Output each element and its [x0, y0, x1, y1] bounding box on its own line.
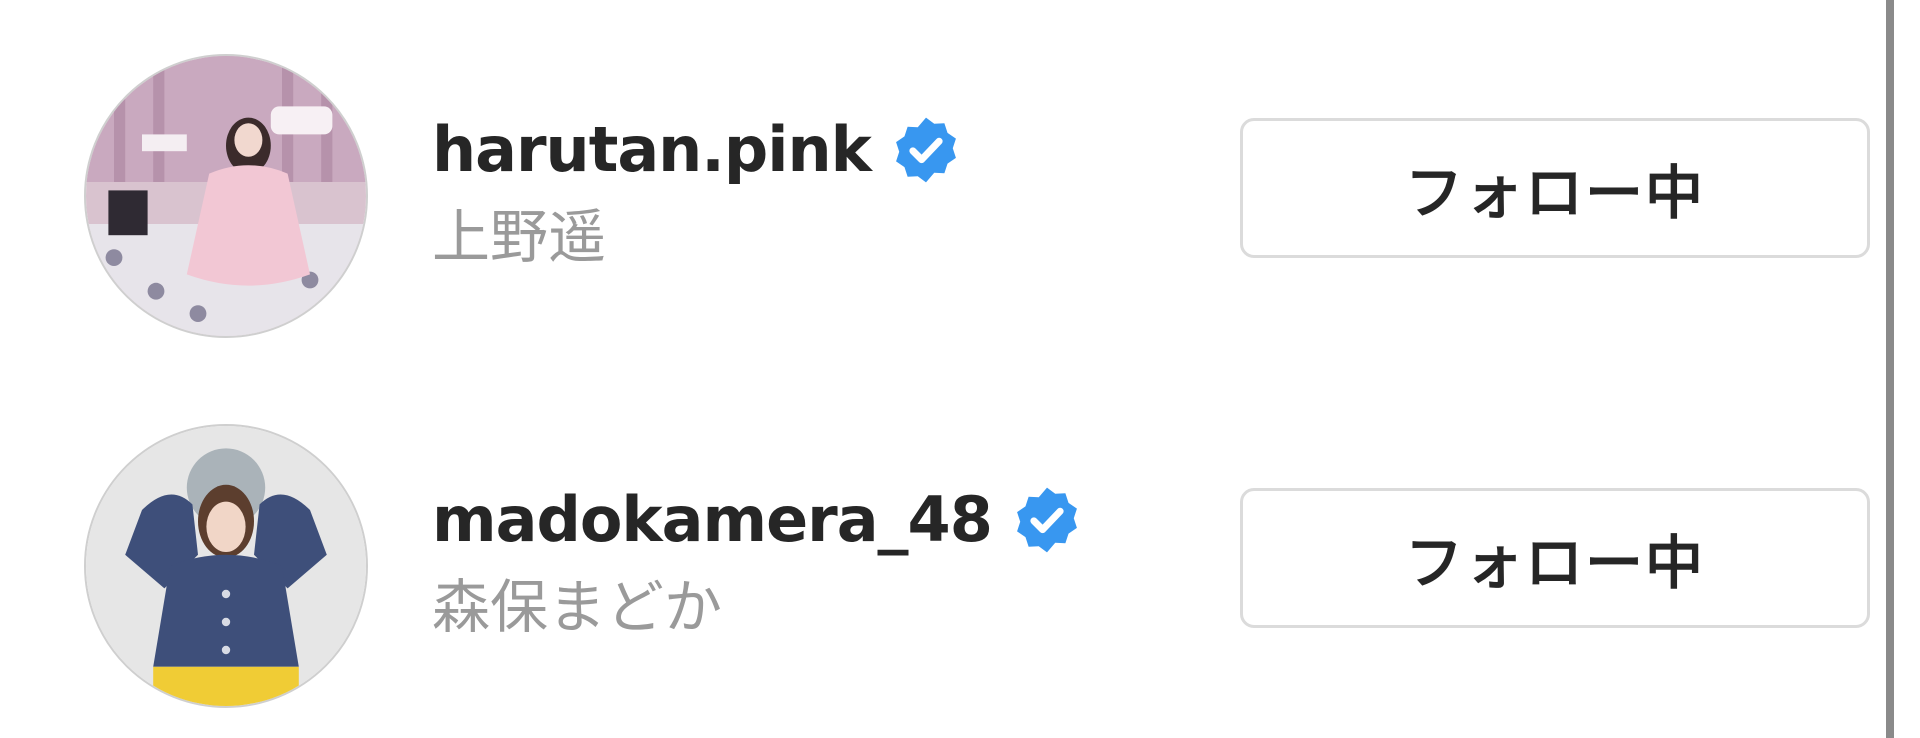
username-line: harutan.pink: [432, 110, 961, 190]
full-name: 上野遥: [432, 203, 607, 271]
following-button[interactable]: フォロー中: [1240, 118, 1870, 258]
verified-badge-icon: [1012, 485, 1082, 555]
verified-badge-icon: [891, 115, 961, 185]
following-list: harutan.pink 上野遥 フォロー中 madokamera_48 森保ま…: [0, 0, 1920, 738]
list-item: harutan.pink 上野遥 フォロー中: [0, 50, 1880, 350]
following-button-label: フォロー中: [1404, 529, 1705, 597]
username-line: madokamera_48: [432, 480, 1082, 560]
username[interactable]: harutan.pink: [432, 119, 872, 181]
following-button[interactable]: フォロー中: [1240, 488, 1870, 628]
full-name: 森保まどか: [432, 573, 723, 641]
list-item: madokamera_48 森保まどか フォロー中: [0, 420, 1880, 720]
scrollbar[interactable]: [1886, 0, 1894, 738]
avatar[interactable]: [84, 54, 368, 338]
username[interactable]: madokamera_48: [432, 489, 993, 551]
avatar[interactable]: [84, 424, 368, 708]
following-button-label: フォロー中: [1404, 159, 1705, 227]
